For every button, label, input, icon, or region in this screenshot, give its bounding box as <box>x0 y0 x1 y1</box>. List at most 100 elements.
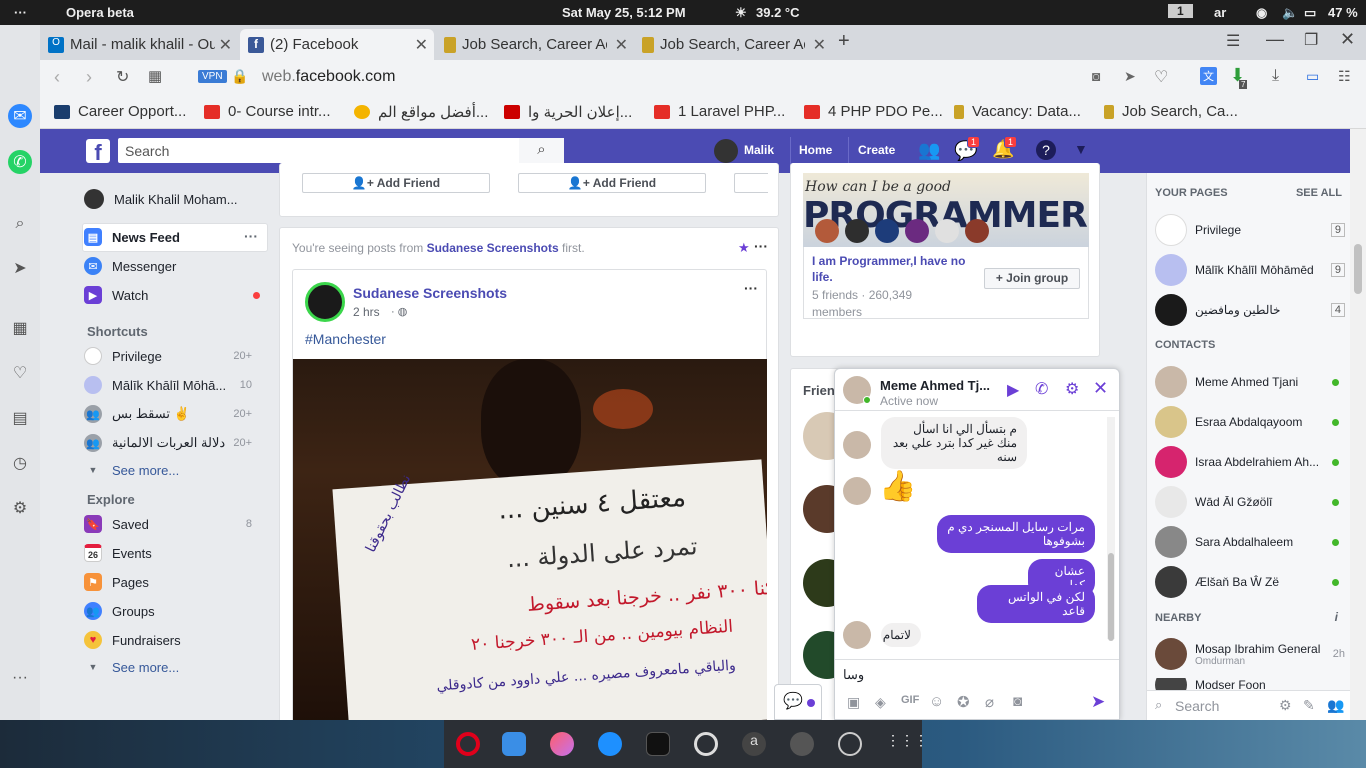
bookmark-item[interactable]: أفضل مواقع الم... <box>354 103 488 121</box>
messenger-icon[interactable]: ✉ <box>8 104 32 128</box>
amazon-icon[interactable]: a <box>742 732 766 756</box>
tab-menu-icon[interactable]: ☰ <box>1226 31 1240 51</box>
fb-search-box[interactable]: Search ⌕ <box>118 138 564 163</box>
profile-link[interactable]: Malik <box>744 143 774 157</box>
volume-icon[interactable]: 🔈 <box>1282 5 1298 21</box>
info-icon[interactable]: i <box>1335 610 1338 624</box>
video-call-icon[interactable]: ▶ <box>1007 380 1019 400</box>
image-icon[interactable]: ▣ <box>847 694 860 711</box>
attach-icon[interactable]: ⌀ <box>985 693 994 711</box>
shortcut-item[interactable]: Privilege 20+ <box>84 343 270 369</box>
finder-icon[interactable] <box>502 732 526 756</box>
activities-button[interactable]: ··· <box>14 5 27 20</box>
heart-bookmark-icon[interactable]: ♡ <box>1154 67 1168 87</box>
bookmark-item[interactable]: 4 PHP PDO Pe... <box>804 103 943 120</box>
whatsapp-icon[interactable]: ✆ <box>8 150 32 174</box>
friend-requests-icon[interactable]: 👥 <box>918 140 940 161</box>
page-item[interactable]: Privilege 9 <box>1155 214 1345 246</box>
app-grid-icon[interactable]: ⋮⋮⋮ <box>886 732 928 756</box>
nav-messenger[interactable]: ✉ Messenger <box>84 253 176 279</box>
downloads-icon[interactable]: ⤓ <box>1272 67 1279 85</box>
bookmark-item[interactable]: Career Opport... <box>54 103 186 120</box>
add-friend-button[interactable] <box>734 173 768 193</box>
speed-dial-icon[interactable]: ▦ <box>8 316 32 340</box>
weather-temp[interactable]: 39.2 °C <box>756 5 800 20</box>
lock-icon[interactable]: 🔒 <box>231 68 248 85</box>
battery-saver-icon[interactable]: ▭ <box>1306 68 1319 85</box>
chat-header[interactable]: Meme Ahmed Tj... Active now ▶ ✆ ⚙ ✕ <box>835 369 1119 411</box>
emoji-icon[interactable]: ☺ <box>929 693 944 710</box>
tab-job-search-1[interactable]: Job Search, Career Advice ✕ <box>436 29 634 60</box>
nav-watch[interactable]: ▶ Watch <box>84 282 148 308</box>
post-time[interactable]: 2 hrs <box>353 305 380 319</box>
account-menu-icon[interactable]: ▼ <box>1074 141 1088 157</box>
system-settings-icon[interactable] <box>790 732 814 756</box>
contact-item[interactable]: Esraa Abdalqayoom <box>1155 406 1345 438</box>
more-icon[interactable]: ··· <box>8 666 32 690</box>
browser-icon[interactable] <box>694 732 718 756</box>
tab-outlook[interactable]: O Mail - malik khalil - Outlook ✕ <box>40 29 238 60</box>
history-icon[interactable]: ◷ <box>8 451 32 475</box>
music-icon[interactable] <box>550 732 574 756</box>
maximize-icon[interactable]: ❐ <box>1304 30 1318 50</box>
settings-icon[interactable]: ⚙ <box>8 496 32 520</box>
more-options-icon[interactable]: ··· <box>754 238 768 254</box>
back-icon[interactable]: ‹ <box>54 67 60 88</box>
close-tab-icon[interactable]: ✕ <box>415 35 428 55</box>
bookmark-item[interactable]: 0- Course intr... <box>204 103 331 120</box>
chat-tabs-button[interactable]: 💬 <box>774 684 822 720</box>
shortcut-item[interactable]: 👥 تسقط بس ✌ 20+ <box>84 401 270 427</box>
explore-item[interactable]: ⚑ Pages <box>84 569 149 595</box>
compose-icon[interactable]: ✎ <box>1303 697 1315 714</box>
page-item[interactable]: خالطين ومافضين 4 <box>1155 294 1345 326</box>
forward-icon[interactable]: › <box>86 67 92 88</box>
create-link[interactable]: Create <box>858 143 895 157</box>
explore-item[interactable]: 🔖 Saved 8 <box>84 511 270 537</box>
gear-icon[interactable]: ⚙ <box>1065 379 1079 399</box>
camera-icon[interactable]: ◙ <box>1092 68 1100 84</box>
gif-icon[interactable]: GIF <box>901 694 919 706</box>
app-name[interactable]: Opera beta <box>66 5 134 20</box>
contact-item[interactable]: Meme Ahmed Tjani <box>1155 366 1345 398</box>
see-more-shortcuts[interactable]: ▼ See more... <box>84 457 180 483</box>
bookmark-item[interactable]: Vacancy: Data... <box>954 103 1081 120</box>
share-icon[interactable]: ➤ <box>1124 68 1136 85</box>
network-icon[interactable]: ◉ <box>1256 5 1267 21</box>
contact-item[interactable]: Wād Āl Gžøölī <box>1155 486 1345 518</box>
send-icon[interactable]: ➤ <box>8 256 32 280</box>
app-store-icon[interactable] <box>598 732 622 756</box>
bookmark-item[interactable]: إعلان الحرية وا... <box>504 103 632 121</box>
search-icon[interactable]: ⌕ <box>8 212 32 236</box>
input-language[interactable]: ar <box>1214 5 1226 20</box>
bookmark-item[interactable]: Job Search, Ca... <box>1104 103 1238 120</box>
scroll-thumb[interactable] <box>1354 244 1362 294</box>
help-icon[interactable]: ? <box>1036 140 1056 160</box>
easy-setup-icon[interactable]: ☷ <box>1338 68 1351 85</box>
url-field[interactable]: web.facebook.com <box>262 68 395 86</box>
post-author[interactable]: Sudanese Screenshots <box>353 285 507 301</box>
search-icon[interactable]: ⌕ <box>519 138 564 163</box>
tabs-grid-icon[interactable]: ▦ <box>148 67 162 85</box>
game-icon[interactable]: ✪ <box>957 693 970 711</box>
chat-scrollbar[interactable] <box>1107 417 1115 641</box>
contact-item[interactable]: Ælšaň Ba Ŵ Zë <box>1155 566 1345 598</box>
group-name[interactable]: I am Programmer,I have no life. <box>812 253 972 285</box>
nav-news-feed[interactable]: ▤ News Feed <box>84 224 180 250</box>
avatar[interactable] <box>305 282 345 322</box>
vpn-badge[interactable]: VPN <box>198 70 227 83</box>
scroll-thumb[interactable] <box>1108 553 1114 641</box>
workspace-indicator[interactable]: 1 <box>1168 4 1193 18</box>
see-more-explore[interactable]: ▼ See more... <box>84 654 180 680</box>
post-photo[interactable]: معتقل ٤ سنين ... تمرد على الدولة ... كنا… <box>293 359 767 731</box>
page-item[interactable]: Mālīk Khālīl Mōhāmēd 9 <box>1155 254 1345 286</box>
opera-icon[interactable] <box>456 732 480 756</box>
shortcut-item[interactable]: Mālīk Khālīl Mōhā... 10 <box>84 372 270 398</box>
see-all-link[interactable]: SEE ALL <box>1296 187 1342 199</box>
more-options-icon[interactable]: ··· <box>744 280 758 296</box>
explore-item[interactable]: 26 Events <box>84 540 152 566</box>
add-friend-button[interactable]: 👤+ Add Friend <box>518 173 706 193</box>
facebook-logo-icon[interactable]: f <box>86 139 110 165</box>
reload-icon[interactable]: ↻ <box>116 67 129 87</box>
clock[interactable]: Sat May 25, 5:12 PM <box>562 5 686 20</box>
chat-contact-name[interactable]: Meme Ahmed Tj... <box>880 378 998 393</box>
